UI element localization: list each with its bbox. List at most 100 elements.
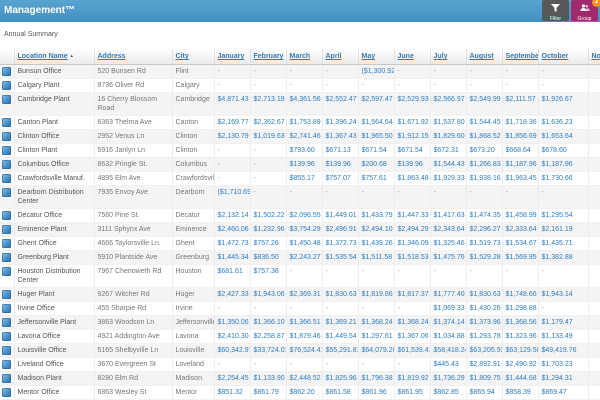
column-header-label: February [253,53,284,60]
month-value-cell: $1,444.68 [502,371,539,386]
month-value-cell: - [322,357,359,372]
report-chart-icon[interactable] [2,160,11,169]
column-header-november[interactable]: November [588,49,600,65]
month-value-cell: - [214,143,251,158]
month-value-cell: $1,518.53 [394,250,431,265]
report-chart-icon[interactable] [2,132,11,141]
report-chart-icon[interactable] [2,81,11,90]
report-chart-icon[interactable] [2,146,11,155]
month-value-cell: - [250,171,287,186]
month-value-cell: - [322,185,359,209]
month-value-cell [588,143,600,158]
report-chart-icon[interactable] [2,290,11,299]
month-value-cell: - [286,64,323,79]
month-value-cell: $33,724.01 [250,343,287,358]
address-cell: 3670 Evergreen St [94,357,173,372]
report-chart-icon[interactable] [2,304,11,313]
location-name-cell: Canton Plant [14,115,95,130]
month-value-cell: $4,361.56 [286,92,323,116]
row-icon-cell [0,92,15,116]
month-value-cell: $757.36 [250,264,287,288]
month-value-cell [588,371,600,386]
month-value-cell: $1,019.63 [250,129,287,144]
report-chart-icon[interactable] [2,346,11,355]
month-value-cell: - [394,301,431,316]
group-button[interactable]: 2 Group [571,0,600,22]
column-header-august[interactable]: August [466,49,503,65]
report-chart-icon[interactable] [2,253,11,262]
month-value-cell: $1,636.23 [538,115,589,130]
month-value-cell: $1,829.60 [430,129,467,144]
month-value-cell: $1,819.86 [358,287,395,302]
filter-button[interactable]: Filter [542,0,569,22]
month-value-cell: $2,713.19 [250,92,287,116]
report-chart-icon[interactable] [2,211,11,220]
month-value-cell: $2,494.29 [394,222,431,237]
city-cell: Flint [172,64,215,79]
month-value-cell: - [394,264,431,288]
month-value-cell: - [250,185,287,209]
column-header-april[interactable]: April [322,49,359,65]
month-value-cell [588,78,600,93]
address-cell: 7560 Pine St. [94,208,173,223]
column-header-label: July [433,53,448,60]
month-value-cell: $1,439.26 [358,236,395,251]
report-chart-icon[interactable] [2,67,11,76]
month-value-cell: $4,871.43 [214,92,251,116]
location-name-cell: Clinton Plant [14,143,95,158]
month-value-cell: $2,130.79 [214,129,251,144]
report-chart-icon[interactable] [2,239,11,248]
report-chart-icon[interactable] [2,118,11,127]
report-chart-icon[interactable] [2,318,11,327]
report-chart-icon[interactable] [2,267,11,276]
column-header-address[interactable]: Address [94,49,173,65]
month-value-cell: $1,511.58 [358,250,395,265]
column-header-september[interactable]: September [502,49,539,65]
month-value-cell [588,64,600,79]
report-chart-icon[interactable] [2,374,11,383]
column-header-june[interactable]: June [394,49,431,65]
column-header-july[interactable]: July [430,49,467,65]
month-value-cell: $1,863.48 [394,171,431,186]
month-value-cell: $1,369.21 [322,315,359,330]
month-value-cell: $858.39 [502,385,539,400]
column-header-february[interactable]: February [250,49,287,65]
city-cell: Greenburg [172,250,215,265]
column-header-location-name[interactable]: Location Name ▲ [14,49,95,65]
location-name-cell: Irvine Office [14,301,95,316]
location-name-cell: Lavona Office [14,329,95,344]
month-value-cell: $1,544.45 [466,115,503,130]
report-chart-icon[interactable] [2,188,11,197]
month-value-cell: - [322,264,359,288]
report-chart-icon[interactable] [2,332,11,341]
report-chart-icon[interactable] [2,360,11,369]
column-header-october[interactable]: October [538,49,589,65]
column-header-label: October [541,53,569,60]
month-value-cell [588,171,600,186]
report-chart-icon[interactable] [2,174,11,183]
month-value-cell: $200.68 [358,157,395,172]
month-value-cell: $1,382.88 [538,250,589,265]
toolbar-buttons: Filter 2 Group [542,0,600,22]
column-header-march[interactable]: March [286,49,323,65]
month-value-cell: $855.17 [286,171,323,186]
month-value-cell: - [250,357,287,372]
month-value-cell: $139.96 [286,157,323,172]
column-header-january[interactable]: January [214,49,251,65]
report-chart-icon[interactable] [2,225,11,234]
city-cell: Canton [172,115,215,130]
month-value-cell: $1,943.14 [538,287,589,302]
column-header-city[interactable]: City [172,49,215,65]
month-value-cell: - [214,157,251,172]
month-value-cell: - [538,264,589,288]
report-chart-icon[interactable] [2,95,11,104]
month-value-cell: $1,748.66 [502,287,539,302]
address-cell: 8280 Elm Rd [94,371,173,386]
month-value-cell: $757.61 [358,171,395,186]
column-header-may[interactable]: May [358,49,395,65]
month-value-cell: $61,539.41 [394,343,431,358]
report-chart-icon[interactable] [2,388,11,397]
table-row: Houston Distribution Center 7967 Chenowet… [0,264,600,288]
row-icon-cell [0,250,15,265]
page-subtitle: Annual Summary [4,31,58,38]
